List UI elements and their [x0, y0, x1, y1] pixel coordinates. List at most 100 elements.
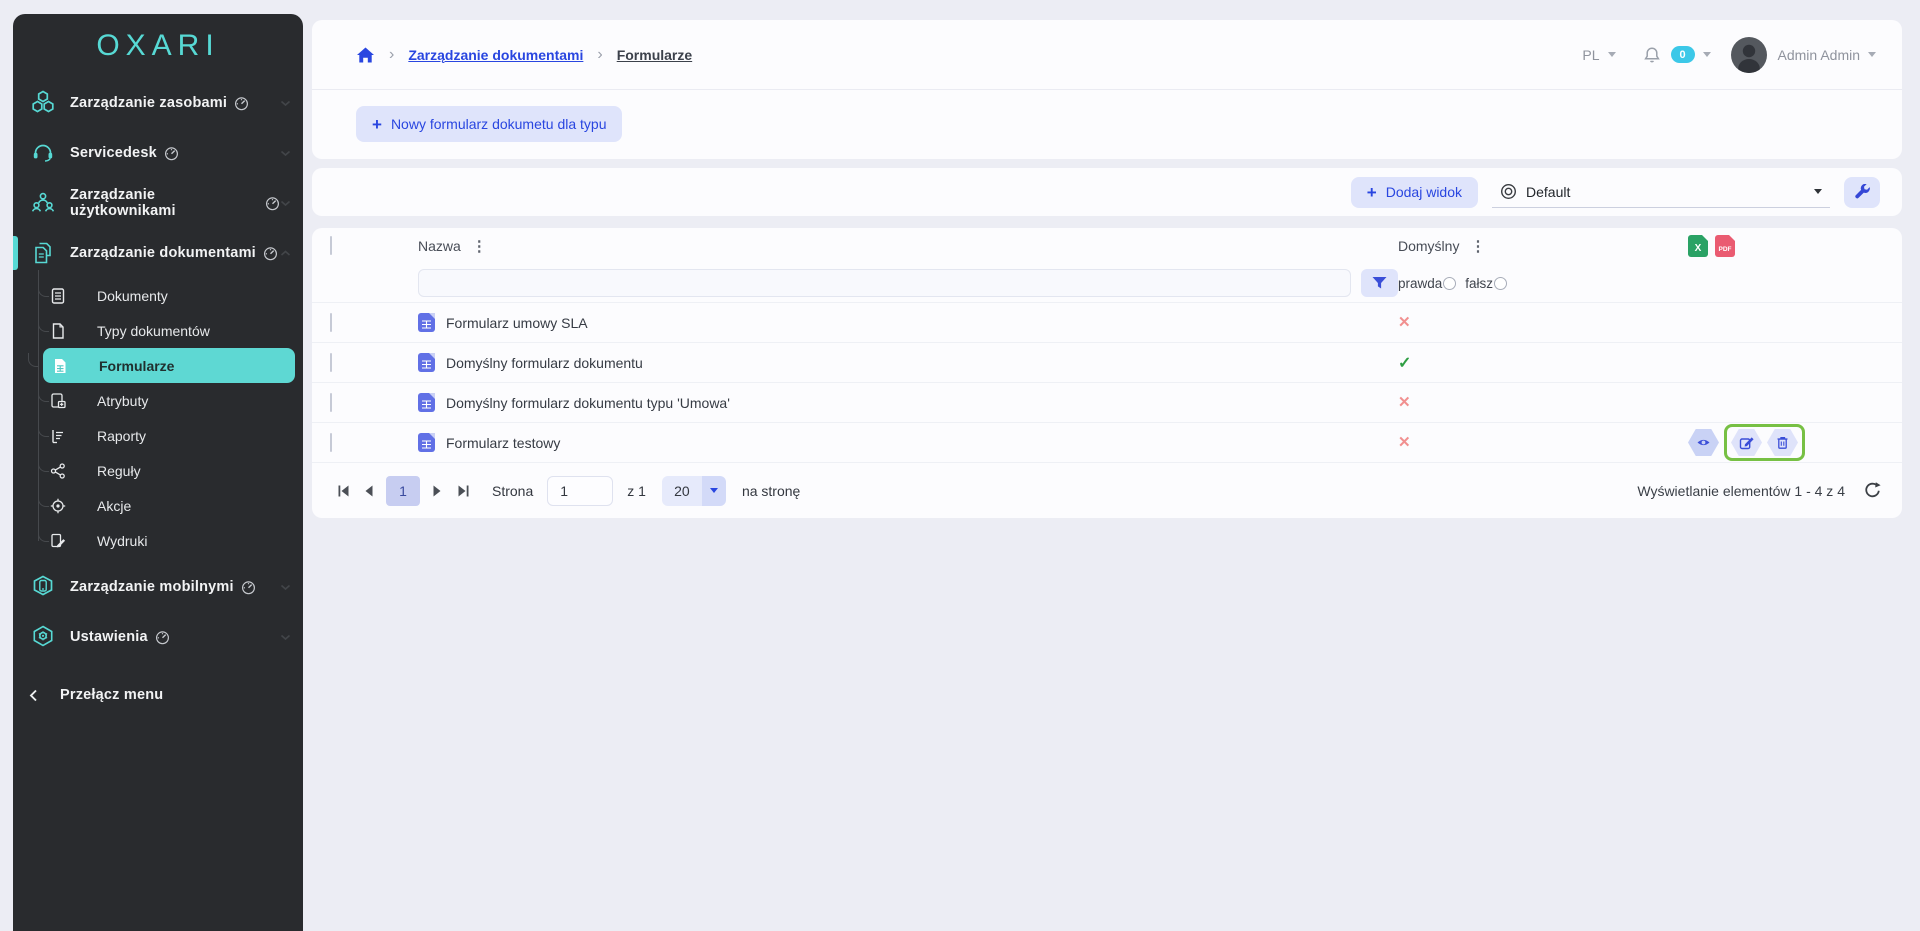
page-number-input[interactable]	[547, 476, 613, 506]
select-all-checkbox[interactable]	[330, 236, 332, 255]
status-icon	[1398, 434, 1411, 451]
form-doc-icon	[418, 433, 435, 452]
breadcrumb-separator: ›	[389, 46, 394, 64]
view-eye-icon	[1500, 183, 1517, 200]
sidebar-item-formularze[interactable]: Formularze	[43, 348, 295, 383]
sidebar-item-ustawienia[interactable]: Ustawienia	[13, 612, 303, 662]
form-doc-icon	[418, 393, 435, 412]
items-summary: Wyświetlanie elementów 1 - 4 z 4	[1637, 483, 1845, 499]
language-select[interactable]: PL	[1582, 47, 1615, 63]
edit-row-button[interactable]	[1731, 429, 1762, 456]
radio-falsz[interactable]	[1494, 277, 1507, 290]
target-icon	[47, 497, 69, 515]
name-filter-input[interactable]	[418, 269, 1351, 297]
sidebar-item-wydruki[interactable]: Wydruki	[47, 523, 293, 558]
view-toolbar-card: + Dodaj widok Default	[312, 168, 1902, 216]
row-checkbox[interactable]	[330, 433, 332, 452]
plus-icon: +	[372, 116, 382, 133]
sidebar-item-zasoby[interactable]: Zarządzanie zasobami	[13, 78, 303, 128]
sidebar: OXARI Zarządzanie zasobami Servicedesk	[13, 14, 303, 931]
last-page-button[interactable]	[450, 478, 476, 504]
radio-prawda[interactable]	[1443, 277, 1456, 290]
logo: OXARI	[13, 14, 303, 78]
table-row[interactable]: Domyślny formularz dokumentu typu 'Umowa…	[312, 382, 1902, 422]
row-checkbox[interactable]	[330, 393, 332, 412]
export-excel-icon[interactable]: X	[1688, 235, 1708, 257]
table-row[interactable]: Formularz umowy SLA	[312, 302, 1902, 342]
view-select[interactable]: Default	[1492, 177, 1830, 208]
form-name: Formularz testowy	[446, 435, 560, 451]
previous-page-button[interactable]	[356, 478, 382, 504]
gauge-icon	[164, 146, 179, 161]
sidebar-toggle[interactable]: Przełącz menu	[13, 670, 303, 720]
users-icon	[29, 190, 57, 216]
export-pdf-icon[interactable]: PDF	[1715, 235, 1735, 257]
breadcrumb-link-formularze[interactable]: Formularze	[617, 47, 692, 63]
column-menu-icon[interactable]: ⋮	[472, 237, 487, 255]
row-checkbox[interactable]	[330, 353, 332, 372]
chevron-left-icon	[29, 689, 38, 702]
chevron-down-icon	[280, 200, 291, 207]
sidebar-item-akcje[interactable]: Akcje	[47, 488, 293, 523]
sidebar-item-label: Zarządzanie dokumentami	[70, 245, 256, 261]
column-header-domyslny: Domyślny	[1398, 238, 1459, 254]
table-row[interactable]: Formularz testowy	[312, 422, 1902, 462]
gauge-icon	[155, 630, 170, 645]
chevron-down-icon	[280, 150, 291, 157]
breadcrumb-separator: ›	[597, 46, 602, 64]
gear-hexagon-icon	[29, 624, 57, 650]
filter-button[interactable]	[1361, 269, 1398, 297]
table-filter-row: prawda fałsz	[312, 264, 1902, 302]
view-settings-button[interactable]	[1844, 177, 1880, 208]
current-page-button[interactable]: 1	[386, 476, 420, 506]
document-plus-icon	[47, 392, 69, 410]
home-icon[interactable]	[356, 46, 375, 64]
pagination-bar: 1 Strona z 1 20 na stronę Wyświetlanie e…	[312, 462, 1902, 518]
row-actions	[1688, 424, 1882, 461]
view-row-button[interactable]	[1688, 429, 1719, 456]
notifications-button[interactable]: 0	[1642, 45, 1711, 65]
chevron-down-icon	[280, 634, 291, 641]
sidebar-item-raporty[interactable]: Raporty	[47, 418, 293, 453]
breadcrumb-card: › Zarządzanie dokumentami › Formularze P…	[312, 20, 1902, 159]
sidebar-item-typy-dokumentow[interactable]: Typy dokumentów	[47, 313, 293, 348]
sidebar-item-label: Zarządzanie zasobami	[70, 95, 227, 111]
header-controls: PL 0	[1582, 37, 1876, 73]
row-checkbox[interactable]	[330, 313, 332, 332]
sidebar-item-dokumenty-child[interactable]: Dokumenty	[47, 278, 293, 313]
radio-label-falsz: fałsz	[1465, 276, 1493, 291]
chevron-down-icon	[1703, 52, 1711, 57]
sidebar-item-servicedesk[interactable]: Servicedesk	[13, 128, 303, 178]
user-menu[interactable]: Admin Admin	[1731, 37, 1876, 73]
language-value: PL	[1582, 47, 1599, 63]
delete-row-button[interactable]	[1767, 429, 1798, 456]
sidebar-item-label: Zarządzanie mobilnymi	[70, 579, 234, 595]
add-view-button[interactable]: + Dodaj widok	[1351, 177, 1478, 208]
sidebar-item-mobilne[interactable]: Zarządzanie mobilnymi	[13, 562, 303, 612]
documents-submenu: Dokumenty Typy dokumentów Formularze	[13, 278, 303, 558]
funnel-icon	[1371, 276, 1388, 291]
form-doc-icon	[418, 313, 435, 332]
sidebar-item-dokumenty[interactable]: Zarządzanie dokumentami	[13, 228, 303, 278]
table-row[interactable]: Domyślny formularz dokumentu	[312, 342, 1902, 382]
form-grid-icon	[49, 357, 71, 375]
chevron-up-icon	[280, 250, 291, 257]
document-blank-icon	[47, 322, 69, 340]
refresh-button[interactable]	[1863, 481, 1882, 500]
gauge-icon	[241, 580, 256, 595]
sidebar-item-uzytkownicy[interactable]: Zarządzanie użytkownikami	[13, 178, 303, 228]
plus-icon: +	[1367, 184, 1377, 201]
headset-icon	[29, 140, 57, 166]
view-select-value: Default	[1526, 184, 1570, 200]
page-size-select[interactable]: 20	[662, 476, 726, 506]
highlight-annotation	[1724, 424, 1805, 461]
next-page-button[interactable]	[424, 478, 450, 504]
status-icon	[1398, 314, 1411, 331]
breadcrumb-link-dokumenty[interactable]: Zarządzanie dokumentami	[408, 47, 583, 63]
first-page-button[interactable]	[330, 478, 356, 504]
sidebar-item-reguly[interactable]: Reguły	[47, 453, 293, 488]
sidebar-item-atrybuty[interactable]: Atrybuty	[47, 383, 293, 418]
column-menu-icon[interactable]: ⋮	[1470, 237, 1485, 255]
page-total-label: z 1	[627, 483, 646, 499]
new-form-button[interactable]: + Nowy formularz dokumetu dla typu	[356, 106, 622, 142]
